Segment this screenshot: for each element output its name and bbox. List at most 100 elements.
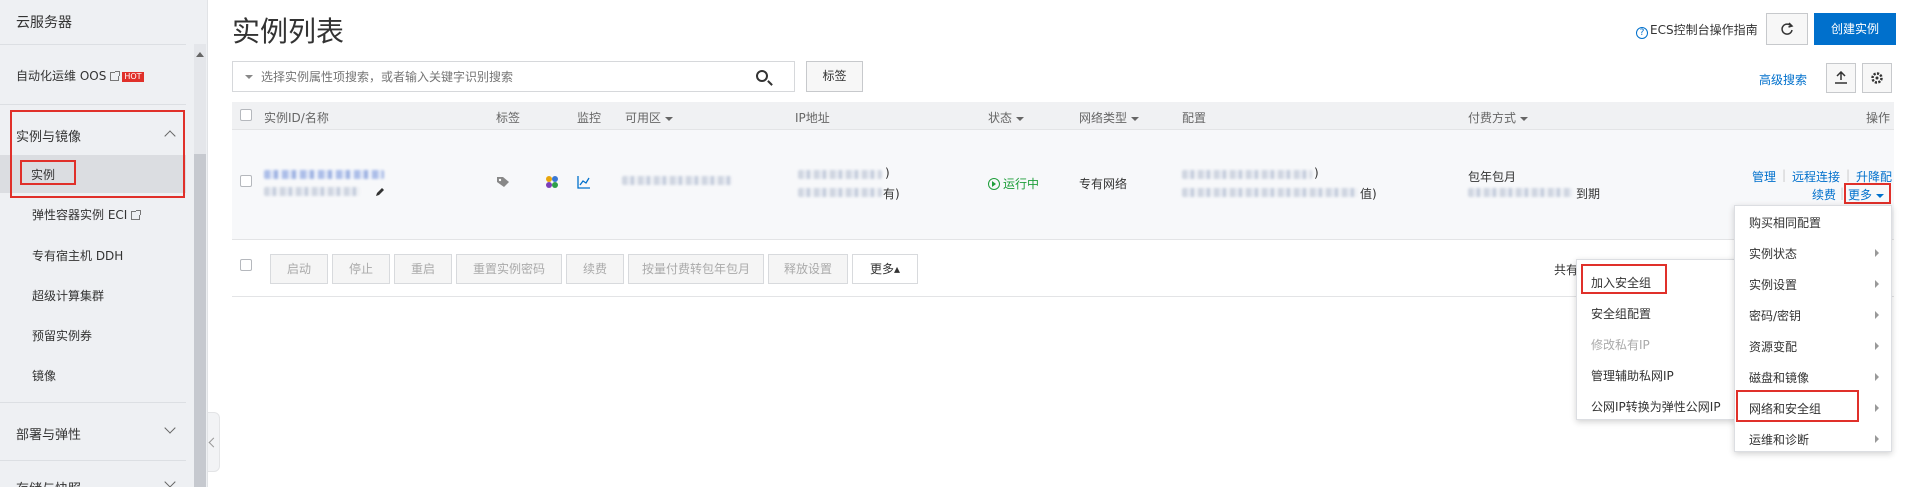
select-all-checkbox[interactable] [240, 259, 252, 271]
sidebar-title: 云服务器 [16, 15, 72, 31]
chevron-right-icon [1875, 280, 1879, 288]
row-checkbox[interactable] [240, 175, 252, 187]
annotation-box [20, 160, 76, 185]
chevron-right-icon [1875, 435, 1879, 443]
col-status[interactable]: 状态 [988, 109, 1025, 126]
menu-item-convert-to-eip[interactable]: 公网IP转换为弹性公网IP [1591, 398, 1721, 415]
export-button[interactable] [1826, 63, 1856, 93]
menu-item-password-key[interactable]: 密码/密钥 [1749, 307, 1801, 324]
caret-down-icon[interactable] [245, 75, 253, 79]
separator: | [1782, 168, 1787, 182]
network-type: 专有网络 [1079, 177, 1128, 191]
divider [0, 104, 186, 105]
instance-id-redacted[interactable] [264, 170, 384, 179]
pagination-summary: 共有 [1554, 263, 1579, 277]
sidebar: 云服务器 自动化运维 OOS HOT 实例与镜像 实例 弹性容器实例 ECI 专有… [0, 0, 208, 487]
status-badge: 运行中 [988, 175, 1039, 192]
annotation-box [1581, 264, 1667, 294]
col-network-type[interactable]: 网络类型 [1079, 109, 1140, 126]
chevron-right-icon [1875, 404, 1879, 412]
convert-billing-button[interactable]: 按量付费转包年包月 [628, 254, 764, 284]
export-icon [1835, 70, 1847, 84]
chevron-down-icon[interactable] [164, 422, 176, 434]
ip-redacted [798, 188, 882, 197]
scroll-up-arrow-icon[interactable] [196, 52, 204, 57]
col-monitor: 监控 [577, 111, 602, 125]
col-id-name: 实例ID/名称 [264, 111, 329, 125]
col-ip: IP地址 [795, 111, 830, 125]
page-title: 实例列表 [232, 15, 345, 48]
menu-item-modify-private-ip: 修改私有IP [1591, 338, 1650, 352]
sidebar-item-scc[interactable]: 超级计算集群 [32, 287, 104, 304]
menu-item-resource-change[interactable]: 资源变配 [1749, 338, 1797, 355]
ip-redacted [798, 170, 882, 179]
gear-icon [1871, 72, 1883, 84]
sidebar-item-ri[interactable]: 预留实例券 [32, 327, 92, 344]
chevron-right-icon [1875, 311, 1879, 319]
zone-redacted [622, 176, 732, 185]
config-redacted [1182, 188, 1358, 197]
table-header: 实例ID/名称 标签 监控 可用区 IP地址 状态 网络类型 配置 付费方式 操… [232, 102, 1894, 130]
restart-button[interactable]: 重启 [394, 254, 452, 284]
release-settings-button[interactable]: 释放设置 [768, 254, 848, 284]
divider [0, 402, 186, 403]
search-button[interactable] [733, 61, 795, 92]
external-link-icon [131, 210, 142, 220]
sidebar-item-eci[interactable]: 弹性容器实例 ECI [32, 206, 142, 223]
guide-link[interactable]: ? ECS控制台操作指南 [1636, 21, 1758, 39]
settings-button[interactable] [1862, 63, 1892, 93]
tag-filter-button[interactable]: 标签 [806, 61, 863, 92]
expiry-redacted [1468, 188, 1572, 197]
config-suffix: 值) [1360, 187, 1377, 201]
col-zone[interactable]: 可用区 [625, 109, 674, 126]
col-billing[interactable]: 付费方式 [1468, 109, 1529, 126]
guide-link-label: ECS控制台操作指南 [1650, 23, 1758, 37]
menu-item-instance-status[interactable]: 实例状态 [1749, 245, 1797, 262]
separator: | [1846, 168, 1851, 182]
help-icon: ? [1636, 27, 1648, 39]
col-actions: 操作 [1866, 111, 1891, 125]
col-zone-label: 可用区 [625, 111, 662, 125]
col-billing-label: 付费方式 [1468, 111, 1517, 125]
caret-down-icon [1016, 117, 1025, 121]
sidebar-item-images[interactable]: 镜像 [32, 367, 56, 384]
table-row: ) 有) 运行中 专有网络 ) 值) 包年包月 到期 管理 | 远程连接 | 升… [232, 130, 1894, 240]
scrollbar-thumb[interactable] [194, 154, 206, 487]
advanced-search-link[interactable]: 高级搜索 [1759, 71, 1807, 88]
menu-item-buy-same[interactable]: 购买相同配置 [1749, 214, 1821, 231]
refresh-icon [1781, 22, 1794, 35]
menu-item-ops-diagnose[interactable]: 运维和诊断 [1749, 431, 1809, 448]
sidebar-collapse-handle[interactable] [208, 412, 220, 472]
menu-item-disk-image[interactable]: 磁盘和镜像 [1749, 369, 1809, 386]
search-box[interactable] [232, 61, 734, 92]
edit-name-icon[interactable] [374, 186, 386, 198]
renew-link[interactable]: 续费 [1812, 186, 1836, 203]
cloud-monitor-icon[interactable] [545, 175, 559, 189]
sidebar-group-deploy[interactable]: 部署与弹性 [16, 424, 81, 443]
remote-connect-link[interactable]: 远程连接 [1792, 168, 1840, 185]
create-instance-button[interactable]: 创建实例 [1814, 13, 1896, 45]
sidebar-item-label: 弹性容器实例 ECI [32, 208, 128, 222]
col-network-type-label: 网络类型 [1079, 111, 1128, 125]
reset-password-button[interactable]: 重置实例密码 [456, 254, 562, 284]
manage-link[interactable]: 管理 [1752, 168, 1776, 185]
search-input[interactable] [261, 62, 731, 91]
sidebar-group-storage[interactable]: 存储与快照 [16, 478, 81, 487]
renew-button[interactable]: 续费 [566, 254, 624, 284]
chart-icon[interactable] [577, 175, 591, 189]
chevron-right-icon [1875, 342, 1879, 350]
start-button[interactable]: 启动 [270, 254, 328, 284]
refresh-button[interactable] [1766, 13, 1808, 45]
chevron-down-icon[interactable] [164, 476, 176, 487]
billing-type: 包年包月 [1468, 170, 1517, 184]
more-batch-button[interactable]: 更多▴ [852, 254, 918, 284]
stop-button[interactable]: 停止 [332, 254, 390, 284]
menu-item-security-group-config[interactable]: 安全组配置 [1591, 305, 1651, 322]
chevron-right-icon [1875, 249, 1879, 257]
menu-item-secondary-private-ip[interactable]: 管理辅助私网IP [1591, 367, 1674, 384]
menu-item-instance-settings[interactable]: 实例设置 [1749, 276, 1797, 293]
sidebar-item-oos[interactable]: 自动化运维 OOS HOT [16, 67, 144, 84]
tag-icon[interactable] [496, 176, 510, 188]
select-all-checkbox[interactable] [240, 109, 252, 121]
sidebar-item-ddh[interactable]: 专有宿主机 DDH [32, 247, 123, 264]
